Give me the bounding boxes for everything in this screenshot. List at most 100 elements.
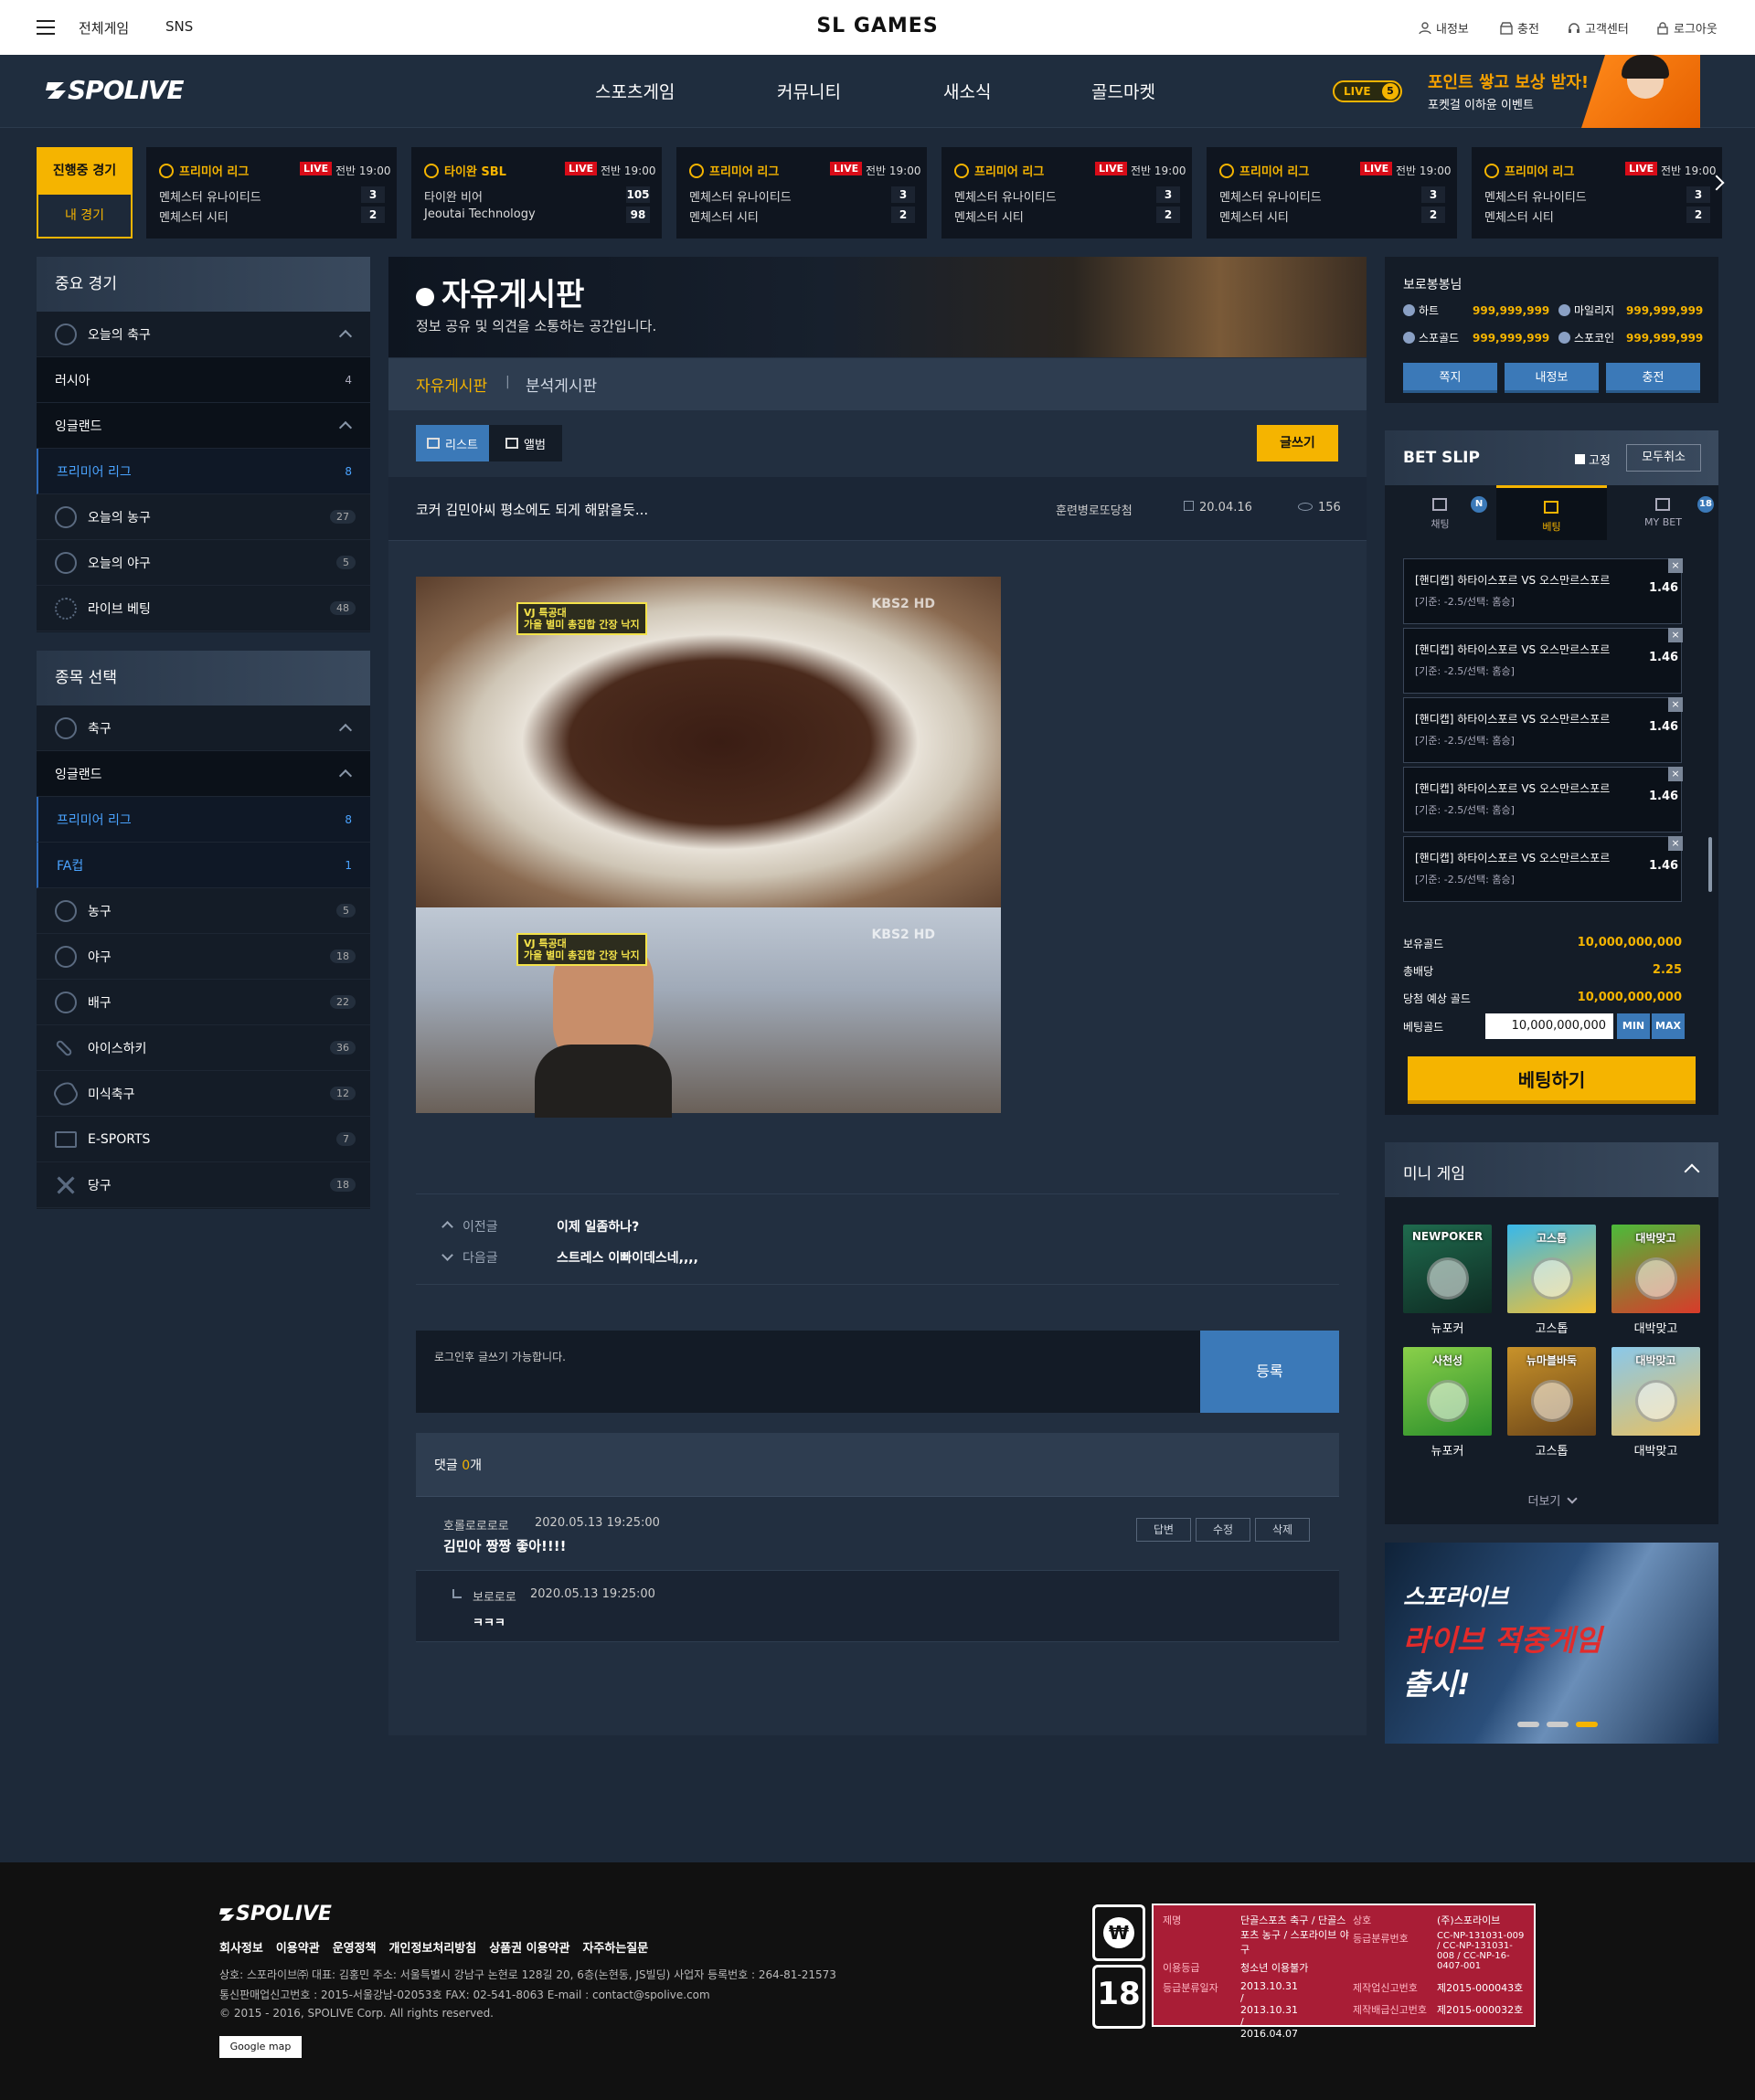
mini-game-label[interactable]: 고스톱 bbox=[1507, 1319, 1596, 1336]
cancel-all-button[interactable]: 모두취소 bbox=[1626, 444, 1701, 472]
more-games-link[interactable]: 더보기 bbox=[1385, 1491, 1718, 1509]
sidebar-item-today-basketball[interactable]: 오늘의 농구 27 bbox=[37, 494, 370, 540]
sidebar-item-icehockey[interactable]: 아이스하키 36 bbox=[37, 1025, 370, 1071]
bet-list-scrollbar[interactable] bbox=[1708, 837, 1712, 892]
tab-bet[interactable]: 베팅 bbox=[1496, 485, 1607, 540]
my-info-button[interactable]: 내정보 bbox=[1505, 363, 1599, 393]
bet-gold-input[interactable]: 10,000,000,000 bbox=[1485, 1013, 1613, 1039]
charge-button[interactable]: 충전 bbox=[1606, 363, 1700, 393]
mini-game-label[interactable]: 대박맞고 bbox=[1611, 1441, 1700, 1458]
chevron-up-icon[interactable] bbox=[338, 329, 353, 344]
sidebar-item-england[interactable]: 잉글랜드 bbox=[37, 403, 370, 449]
match-card[interactable]: 프리미어 리그 LIVE 전반 19:00 멘체스터 유나이티드 멘체스터 시티… bbox=[1207, 147, 1457, 239]
ad-dot[interactable] bbox=[1517, 1722, 1539, 1727]
footer-link-privacy[interactable]: 개인정보처리방침 bbox=[389, 1938, 477, 1956]
support-link[interactable]: 고객센터 bbox=[1568, 19, 1629, 37]
match-card[interactable]: 프리미어 리그 LIVE 전반 19:00 멘체스터 유나이티드 멘체스터 시티… bbox=[1472, 147, 1722, 239]
comment-input[interactable]: 로그인후 글쓰기 가능합니다. bbox=[416, 1331, 1200, 1413]
write-button[interactable]: 글쓰기 bbox=[1257, 425, 1338, 461]
mini-game-label[interactable]: 뉴포커 bbox=[1403, 1319, 1492, 1336]
tab-live-matches[interactable]: 진행중 경기 bbox=[38, 149, 131, 195]
ad-banner[interactable]: 스포라이브 라이브 적중게임 출시! bbox=[1385, 1543, 1718, 1744]
fix-checkbox[interactable]: 고정 bbox=[1575, 451, 1611, 468]
tab-my-matches[interactable]: 내 경기 bbox=[38, 195, 131, 237]
mini-game-thumb[interactable]: 고스톱 bbox=[1507, 1225, 1596, 1313]
site-logo[interactable]: SL GAMES bbox=[0, 15, 1755, 37]
tab-analysis-board[interactable]: 분석게시판 bbox=[526, 373, 597, 396]
next-post-link[interactable]: 다음글 스트레스 이빠이데스네,,,, bbox=[441, 1248, 698, 1267]
chevron-up-icon[interactable] bbox=[338, 420, 353, 435]
sidebar-item-football[interactable]: 미식축구 12 bbox=[37, 1071, 370, 1117]
brand-logo[interactable]: SPOLIVE bbox=[46, 75, 185, 105]
sidebar-item-soccer[interactable]: 축구 bbox=[37, 705, 370, 751]
sidebar-item-baseball[interactable]: 야구 18 bbox=[37, 934, 370, 980]
reply-author[interactable]: 보로로로 bbox=[473, 1587, 516, 1605]
mini-game-label[interactable]: 대박맞고 bbox=[1611, 1319, 1700, 1336]
nav-news[interactable]: 새소식 bbox=[943, 79, 991, 103]
match-card[interactable]: 타이완 SBL LIVE 전반 19:00 타이완 비어 Jeoutai Tec… bbox=[411, 147, 662, 239]
footer-link-policy[interactable]: 운영정책 bbox=[333, 1938, 377, 1956]
live-badge[interactable]: LIVE 5 bbox=[1333, 80, 1402, 102]
nav-gold-market[interactable]: 골드마켓 bbox=[1091, 79, 1155, 103]
remove-bet-icon[interactable]: × bbox=[1668, 628, 1683, 642]
max-button[interactable]: MAX bbox=[1652, 1013, 1685, 1039]
comment-register-button[interactable]: 등록 bbox=[1200, 1331, 1339, 1413]
tab-free-board[interactable]: 자유게시판 bbox=[416, 373, 487, 396]
mini-game-thumb[interactable]: 뉴마블바둑 bbox=[1507, 1347, 1596, 1436]
place-bet-button[interactable]: 베팅하기 bbox=[1408, 1056, 1696, 1104]
logout-link[interactable]: 로그아웃 bbox=[1656, 19, 1718, 37]
google-map-button[interactable]: Google map bbox=[219, 2036, 302, 2058]
mini-game-label[interactable]: 고스톱 bbox=[1507, 1441, 1596, 1458]
my-info-link[interactable]: 내정보 bbox=[1419, 19, 1469, 37]
note-button[interactable]: 쪽지 bbox=[1403, 363, 1497, 393]
chevron-up-icon[interactable] bbox=[338, 723, 353, 737]
mini-game-thumb[interactable]: 대박맞고 bbox=[1611, 1225, 1700, 1313]
remove-bet-icon[interactable]: × bbox=[1668, 767, 1683, 781]
nav-sports-games[interactable]: 스포츠게임 bbox=[595, 79, 675, 103]
match-card[interactable]: 프리미어 리그 LIVE 전반 19:00 멘체스터 유나이티드 멘체스터 시티… bbox=[676, 147, 927, 239]
footer-link-company[interactable]: 회사정보 bbox=[219, 1938, 263, 1956]
mini-game-thumb[interactable]: 사천성 bbox=[1403, 1347, 1492, 1436]
sidebar-item-premier-league[interactable]: 프리미어 리그 8 bbox=[37, 449, 370, 494]
view-album-button[interactable]: 앨범 bbox=[489, 425, 562, 461]
footer-link-terms[interactable]: 이용약관 bbox=[276, 1938, 320, 1956]
sidebar-item-billiards[interactable]: 당구 18 bbox=[37, 1162, 370, 1208]
comment-reply-button[interactable]: 답변 bbox=[1136, 1518, 1191, 1542]
promo-title[interactable]: 포인트 쌓고 보상 받자! bbox=[1428, 69, 1589, 93]
prev-post-title[interactable]: 이제 일좀하나? bbox=[557, 1217, 639, 1236]
mini-game-label[interactable]: 뉴포커 bbox=[1403, 1441, 1492, 1458]
nav-community[interactable]: 커뮤니티 bbox=[777, 79, 841, 103]
sidebar-item-fa-cup[interactable]: FA컵 1 bbox=[37, 843, 370, 888]
match-card[interactable]: 프리미어 리그 LIVE 전반 19:00 멘체스터 유나이티드 멘체스터 시티… bbox=[146, 147, 397, 239]
remove-bet-icon[interactable]: × bbox=[1668, 558, 1683, 573]
footer-link-faq[interactable]: 자주하는질문 bbox=[582, 1938, 648, 1956]
match-card[interactable]: 프리미어 리그 LIVE 전반 19:00 멘체스터 유나이티드 멘체스터 시티… bbox=[941, 147, 1192, 239]
ad-dot[interactable] bbox=[1547, 1722, 1569, 1727]
comment-edit-button[interactable]: 수정 bbox=[1196, 1518, 1250, 1542]
mini-game-thumb[interactable]: 대박맞고 bbox=[1611, 1347, 1700, 1436]
sidebar-item-esports[interactable]: E-SPORTS 7 bbox=[37, 1117, 370, 1162]
chevron-up-icon[interactable] bbox=[1684, 1163, 1700, 1180]
comment-author[interactable]: 호롤로로로로 bbox=[443, 1516, 509, 1533]
ad-dot[interactable] bbox=[1576, 1722, 1598, 1727]
min-button[interactable]: MIN bbox=[1617, 1013, 1650, 1039]
sidebar-item-basketball[interactable]: 농구 5 bbox=[37, 888, 370, 934]
next-post-title[interactable]: 스트레스 이빠이데스네,,,, bbox=[557, 1248, 698, 1267]
tab-chat[interactable]: 채팅 N bbox=[1385, 485, 1495, 540]
sidebar-item-premier-league[interactable]: 프리미어 리그 8 bbox=[37, 797, 370, 843]
comment-delete-button[interactable]: 삭제 bbox=[1255, 1518, 1310, 1542]
remove-bet-icon[interactable]: × bbox=[1668, 697, 1683, 712]
sidebar-item-volleyball[interactable]: 배구 22 bbox=[37, 980, 370, 1025]
charge-link[interactable]: 충전 bbox=[1500, 19, 1539, 37]
view-list-button[interactable]: 리스트 bbox=[416, 425, 489, 461]
footer-link-voucher[interactable]: 상품권 이용약관 bbox=[489, 1938, 569, 1956]
prev-post-link[interactable]: 이전글 이제 일좀하나? bbox=[441, 1217, 639, 1236]
chevron-up-icon[interactable] bbox=[338, 769, 353, 783]
sidebar-item-today-soccer[interactable]: 오늘의 축구 bbox=[37, 312, 370, 357]
sidebar-item-today-baseball[interactable]: 오늘의 야구 5 bbox=[37, 540, 370, 586]
post-author[interactable]: 훈련병로또당첨 bbox=[1056, 501, 1133, 518]
remove-bet-icon[interactable]: × bbox=[1668, 836, 1683, 851]
sidebar-item-england[interactable]: 잉글랜드 bbox=[37, 751, 370, 797]
mini-game-thumb[interactable]: NEWPOKER bbox=[1403, 1225, 1492, 1313]
sidebar-item-russia[interactable]: 러시아 4 bbox=[37, 357, 370, 403]
